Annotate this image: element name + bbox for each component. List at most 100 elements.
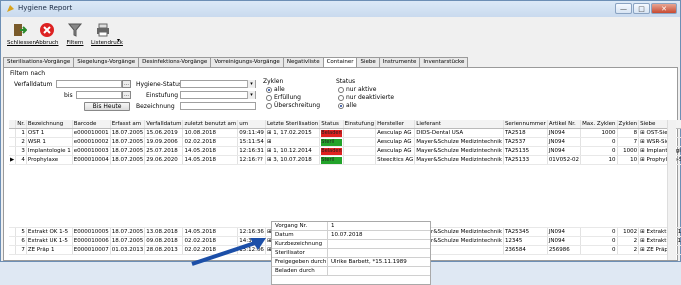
cell-artikel[interactable]: JN094 xyxy=(547,227,582,237)
close-button[interactable]: ✕ xyxy=(651,3,677,14)
cell-erfasst[interactable]: 18.07.2005 xyxy=(110,146,146,156)
cell-zyklen[interactable]: 10 xyxy=(617,155,640,165)
cell-letzte[interactable]: ⊞ xyxy=(265,137,321,147)
hygiene-status-select[interactable]: ▾ xyxy=(180,80,256,88)
close-report-button[interactable]: Schliessen xyxy=(7,20,36,53)
col-artikel[interactable]: Artikel Nr. xyxy=(547,120,582,129)
col-bezeichnung[interactable]: Bezeichnung xyxy=(26,120,73,129)
cell-nr[interactable]: 4 xyxy=(15,155,27,165)
col-nr[interactable]: Nr. xyxy=(15,120,27,129)
cell-hersteller[interactable]: Steecitics AG xyxy=(375,155,416,165)
cell-barcode[interactable]: E000010005 xyxy=(72,227,111,237)
cell-verfall[interactable]: 13.08.2018 xyxy=(144,227,184,237)
status-deaktiviert-radio[interactable]: nur deaktivierte xyxy=(338,94,394,101)
col-letzte[interactable]: Letzte Sterilisation xyxy=(265,120,321,129)
cell-max[interactable]: 0 xyxy=(580,137,618,147)
cell-status[interactable]: Steril xyxy=(319,137,344,147)
cell-bez[interactable]: ZE Präp 1 xyxy=(26,245,73,255)
cell-barcode[interactable]: E000010006 xyxy=(72,236,111,246)
cell-zyklen[interactable]: 2 xyxy=(617,245,640,255)
table-row[interactable]: ▶ 4 Prophylaxe E000010004 18.07.2005 29.06.20… xyxy=(9,155,681,165)
vertical-scrollbar[interactable] xyxy=(667,120,676,260)
cancel-button[interactable]: Abbruch xyxy=(35,20,59,53)
cell-max[interactable]: 0 xyxy=(580,227,618,237)
col-max-zyklen[interactable]: Max. Zyklen xyxy=(580,120,618,129)
cell-artikel[interactable]: 01V052-02 xyxy=(547,155,582,165)
cell-serien[interactable]: TA25345 xyxy=(503,227,548,237)
col-erfasst[interactable]: Erfasst am xyxy=(110,120,146,129)
tab-negativliste[interactable]: Negativliste xyxy=(282,57,324,67)
cell-bez[interactable]: WSR 1 xyxy=(26,137,73,147)
cell-nr[interactable]: 7 xyxy=(15,245,27,255)
cell-barcode[interactable]: e000010001 xyxy=(72,128,111,138)
cell-verfall[interactable]: 28.08.2013 xyxy=(144,245,184,255)
cell-serien[interactable]: TA2518 xyxy=(503,128,548,138)
cell-erfasst[interactable]: 18.07.2005 xyxy=(110,236,146,246)
cell-erfasst[interactable]: 18.07.2005 xyxy=(110,137,146,147)
cell-verfall[interactable]: 15.06.2019 xyxy=(144,128,184,138)
cell-artikel[interactable]: JN094 xyxy=(547,128,582,138)
col-verfall[interactable]: Verfalldatum xyxy=(144,120,184,129)
minimize-button[interactable]: — xyxy=(615,3,632,14)
zyklen-alle-radio[interactable]: alle xyxy=(266,86,285,93)
cell-bez[interactable]: OST 1 xyxy=(26,128,73,138)
cell-nr[interactable]: 3 xyxy=(15,146,27,156)
cell-serien[interactable]: TA25133 xyxy=(503,155,548,165)
cell-einst[interactable] xyxy=(343,137,377,147)
cell-artikel[interactable]: JN094 xyxy=(547,137,582,147)
cell-artikel[interactable]: 256986 xyxy=(547,245,582,255)
tab-sterilisation[interactable]: Sterilisations-Vorgänge xyxy=(3,57,75,67)
cell-zyklen[interactable]: 7 xyxy=(617,137,640,147)
cell-artikel[interactable]: JN094 xyxy=(547,146,582,156)
verfall-to-input[interactable] xyxy=(76,91,122,99)
cell-benutzt[interactable]: 14.05.2018 xyxy=(182,155,239,165)
zyklen-ueberschreitung-radio[interactable]: Überschreitung xyxy=(266,102,320,109)
cell-max[interactable]: 0 xyxy=(580,245,618,255)
col-lieferant[interactable]: Lieferant xyxy=(414,120,504,129)
bis-heute-button[interactable]: Bis Heute xyxy=(84,102,130,111)
cell-benutzt[interactable]: 02.02.2018 xyxy=(182,137,239,147)
cell-um[interactable]: 12:16:31 xyxy=(237,146,266,156)
cell-erfasst[interactable]: 18.07.2005 xyxy=(110,227,146,237)
cell-benutzt[interactable]: 10.08.2018 xyxy=(182,128,239,138)
col-um[interactable]: um xyxy=(237,120,266,129)
cell-status[interactable]: Beladen xyxy=(319,128,344,138)
bezeichnung-input[interactable] xyxy=(180,102,256,110)
cell-nr[interactable]: 1 xyxy=(15,128,27,138)
cell-verfall[interactable]: 29.06.2020 xyxy=(144,155,184,165)
cell-einst[interactable] xyxy=(343,146,377,156)
table-row[interactable]: 2 WSR 1 e000010002 18.07.2005 19.09.2006 02.0… xyxy=(9,137,681,147)
cell-einst[interactable] xyxy=(343,128,377,138)
tab-desinfektion[interactable]: Desinfektions-Vorgänge xyxy=(138,57,212,67)
tab-vorreinigung[interactable]: Vorreinigungs-Vorgänge xyxy=(210,57,284,67)
list-print-button[interactable]: Listendruck xyxy=(91,20,123,53)
cell-hersteller[interactable]: Aesculap AG xyxy=(375,137,416,147)
cell-nr[interactable]: 2 xyxy=(15,137,27,147)
cell-zyklen[interactable]: 2 xyxy=(617,236,640,246)
col-einstufung[interactable]: Einstufung xyxy=(343,120,377,129)
col-seriennummer[interactable]: Seriennummer xyxy=(503,120,548,129)
cell-zyklen[interactable]: 1002 xyxy=(617,227,640,237)
cell-hersteller[interactable]: Aesculap AG xyxy=(375,128,416,138)
tab-instrumente[interactable]: Instrumente xyxy=(378,57,421,67)
cell-bez[interactable]: Implantologie 1 xyxy=(26,146,73,156)
cell-verfall[interactable]: 19.09.2006 xyxy=(144,137,184,147)
cell-lieferant[interactable]: DIDS-Dental USA xyxy=(414,128,504,138)
table-row[interactable]: 1 OST 1 e000010001 18.07.2005 15.06.2019 10.0… xyxy=(9,128,681,138)
cell-status[interactable]: Beladen xyxy=(319,146,344,156)
cell-um[interactable]: 09:11:49 xyxy=(237,128,266,138)
verfall-from-picker[interactable]: … xyxy=(122,80,131,88)
cell-lieferant[interactable]: Mayer&Schulze Medizintechnik xyxy=(414,137,504,147)
cell-serien[interactable]: 236584 xyxy=(503,245,548,255)
col-barcode[interactable]: Barcode xyxy=(72,120,111,129)
cell-barcode[interactable]: E000010004 xyxy=(72,155,111,165)
zyklen-erfuellung-radio[interactable]: Erfüllung xyxy=(266,94,301,101)
col-hersteller[interactable]: Hersteller xyxy=(375,120,416,129)
cell-lieferant[interactable]: Mayer&Schulze Medizintechnik xyxy=(414,155,504,165)
cell-verfall[interactable]: 25.07.2018 xyxy=(144,146,184,156)
status-aktive-radio[interactable]: nur aktive xyxy=(338,86,376,93)
cell-bez[interactable]: Extrakt UK 1-5 xyxy=(26,236,73,246)
cell-um[interactable]: 15:11:54 xyxy=(237,137,266,147)
cell-verfall[interactable]: 09.08.2018 xyxy=(144,236,184,246)
filter-button[interactable]: Filtern xyxy=(63,20,87,53)
